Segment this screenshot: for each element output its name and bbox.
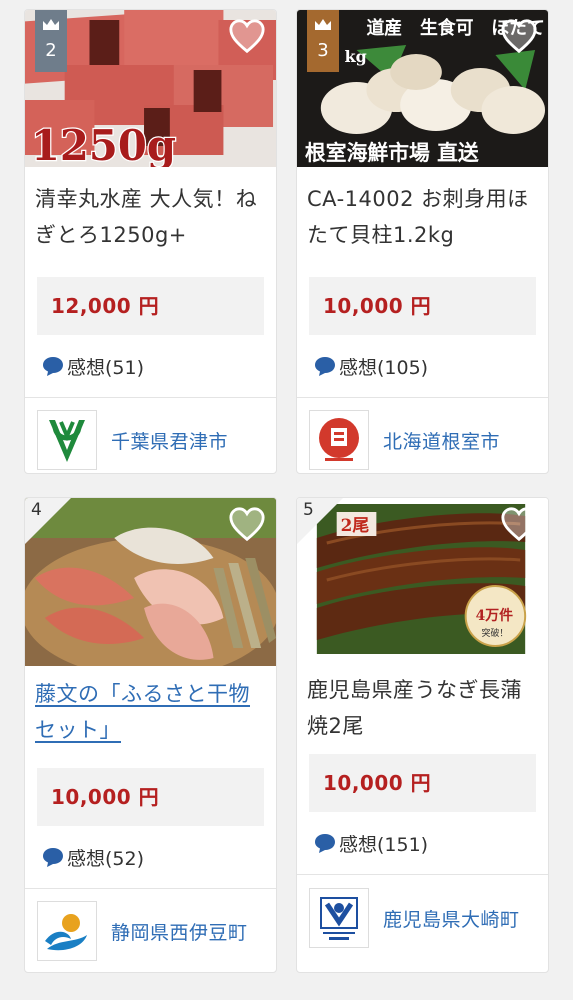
review-label: 感想(51) [67, 356, 145, 379]
rank-number: 4 [31, 500, 42, 520]
product-card[interactable]: 2尾 4万件 突破！ 5 鹿児島県産うなぎ長蒲焼2尾 10,000 円 感想(1… [296, 497, 549, 973]
svg-text:1250g: 1250g [31, 121, 176, 167]
favorite-heart-icon[interactable] [228, 506, 266, 544]
product-card[interactable]: 4 藤文の「ふるさと干物セット」 10,000 円 感想(52) 静岡県西伊豆町 [24, 497, 277, 973]
rank-number: 3 [317, 40, 329, 61]
speech-bubble-icon [315, 834, 335, 853]
municipality-emblem [309, 888, 369, 948]
product-image[interactable]: 4 [25, 498, 276, 666]
product-title[interactable]: 鹿児島県産うなぎ長蒲焼2尾 [297, 666, 548, 754]
favorite-heart-icon[interactable] [500, 506, 538, 544]
municipality-link[interactable]: 静岡県西伊豆町 [25, 889, 276, 972]
favorite-heart-icon[interactable] [500, 18, 538, 56]
product-price: 12,000 円 [37, 277, 264, 335]
crown-icon [43, 19, 59, 30]
product-title[interactable]: 藤文の「ふるさと干物セット」 [25, 666, 276, 768]
svg-text:4万件: 4万件 [476, 607, 513, 624]
product-image[interactable]: 2尾 4万件 突破！ 5 [297, 498, 548, 666]
product-image[interactable]: 1250g 2 [25, 10, 276, 167]
municipality-name: 北海道根室市 [383, 430, 501, 453]
municipality-name: 鹿児島県大崎町 [383, 908, 520, 931]
crown-icon [315, 19, 331, 30]
municipality-link[interactable]: 北海道根室市 [297, 398, 548, 473]
rank-badge: 4 [25, 498, 71, 544]
favorite-heart-icon[interactable] [228, 18, 266, 56]
product-card[interactable]: 1250g 2 清幸丸水産 大人気！ねぎとろ1250g+ 12,000 円 感想… [24, 9, 277, 474]
municipality-link[interactable]: 鹿児島県大崎町 [297, 875, 548, 961]
svg-text:2尾: 2尾 [341, 515, 370, 535]
rank-badge: 3 [307, 10, 339, 72]
product-price: 10,000 円 [309, 754, 536, 812]
municipality-emblem [37, 410, 97, 470]
review-label: 感想(151) [339, 833, 429, 856]
product-title[interactable]: CA-14002 お刺身用ほたて貝柱1.2kg [297, 167, 548, 277]
nemuro-emblem-icon [319, 418, 359, 461]
kimitsu-emblem-icon [49, 420, 85, 462]
speech-bubble-icon [43, 357, 63, 376]
review-label: 感想(105) [339, 356, 429, 379]
nishiizu-emblem-icon [45, 914, 87, 951]
rank-badge: 2 [35, 10, 67, 72]
svg-text:突破！: 突破！ [482, 627, 509, 639]
municipality-emblem [37, 901, 97, 961]
municipality-link[interactable]: 千葉県君津市 [25, 398, 276, 473]
product-title[interactable]: 清幸丸水産 大人気！ねぎとろ1250g+ [25, 167, 276, 277]
product-price: 10,000 円 [37, 768, 264, 826]
svg-text:kg: kg [345, 47, 367, 66]
rank-number: 2 [45, 40, 57, 61]
rank-number: 5 [303, 500, 314, 520]
product-card[interactable]: 道産 生食可 ほたて kg 根室海鮮市場 直送 3 CA-14002 お刺身用ほ… [296, 9, 549, 474]
review-count[interactable]: 感想(52) [25, 826, 276, 888]
municipality-emblem [309, 410, 369, 470]
speech-bubble-icon [315, 357, 335, 376]
municipality-name: 千葉県君津市 [111, 430, 229, 453]
review-count[interactable]: 感想(105) [297, 335, 548, 397]
osaki-emblem-icon [320, 897, 358, 940]
svg-text:根室海鮮市場 直送: 根室海鮮市場 直送 [305, 140, 479, 165]
review-count[interactable]: 感想(51) [25, 335, 276, 397]
review-count[interactable]: 感想(151) [297, 812, 548, 874]
speech-bubble-icon [43, 848, 63, 867]
review-label: 感想(52) [67, 847, 145, 870]
rank-badge: 5 [297, 498, 343, 544]
municipality-name: 静岡県西伊豆町 [111, 921, 248, 944]
product-image[interactable]: 道産 生食可 ほたて kg 根室海鮮市場 直送 3 [297, 10, 548, 167]
product-price: 10,000 円 [309, 277, 536, 335]
